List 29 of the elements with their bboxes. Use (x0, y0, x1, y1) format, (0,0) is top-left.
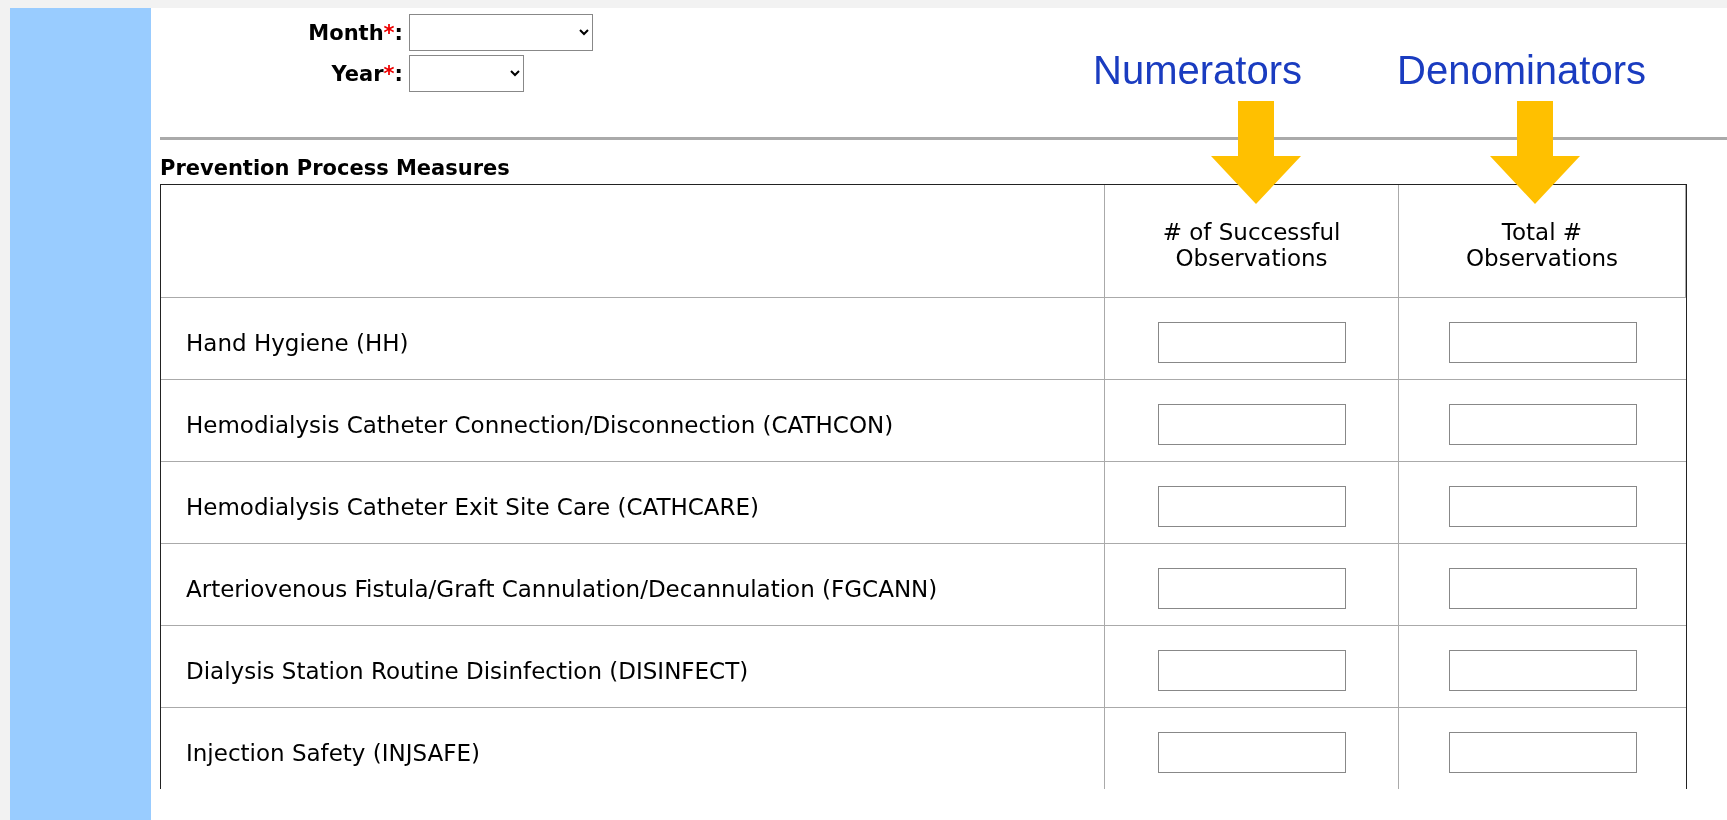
column-header: Total # Observations (1464, 219, 1619, 271)
input-field[interactable] (1157, 568, 1346, 609)
input-field[interactable] (1157, 404, 1346, 445)
annotation-label: Numerators (1093, 48, 1302, 93)
input-field[interactable] (1157, 486, 1346, 527)
column-header: # of Successful Observations (1161, 219, 1342, 271)
down-arrow-icon (1490, 101, 1580, 204)
measure-label: Hemodialysis Catheter Connection/Disconnection (CATHCON) (186, 411, 894, 438)
dropdown[interactable] (409, 14, 593, 51)
input-field[interactable] (1448, 568, 1637, 609)
input-field[interactable] (1157, 650, 1346, 691)
measure-label: Hand Hygiene (HH) (186, 329, 409, 356)
input-field[interactable] (1448, 486, 1637, 527)
measure-label: Hemodialysis Catheter Exit Site Care (CATHCARE) (186, 493, 759, 520)
field-label: Year*: (330, 61, 403, 86)
input-field[interactable] (1448, 732, 1637, 773)
measure-label: Injection Safety (INJSAFE) (186, 739, 481, 766)
section-title: Prevention Process Measures (160, 156, 511, 180)
input-field[interactable] (1157, 322, 1346, 363)
down-arrow-icon (1211, 101, 1301, 204)
field-label: Month*: (307, 20, 403, 45)
input-field[interactable] (1157, 732, 1346, 773)
measure-label: Dialysis Station Routine Disinfection (DISINFECT) (186, 657, 749, 684)
input-field[interactable] (1448, 404, 1637, 445)
dropdown[interactable] (409, 55, 524, 92)
annotation-label: Denominators (1397, 48, 1646, 93)
input-field[interactable] (1448, 650, 1637, 691)
measure-label: Arteriovenous Fistula/Graft Cannulation/Decannulation (FGCANN) (186, 575, 938, 602)
input-field[interactable] (1448, 322, 1637, 363)
